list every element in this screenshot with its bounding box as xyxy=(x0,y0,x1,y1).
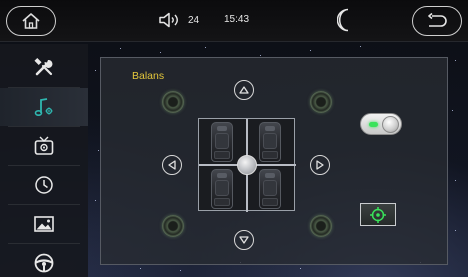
moon-icon[interactable] xyxy=(337,8,353,32)
star xyxy=(95,200,96,201)
home-button[interactable] xyxy=(6,6,56,36)
seat-front-right xyxy=(259,122,281,162)
sidebar-item-display[interactable] xyxy=(0,127,88,165)
star xyxy=(140,268,141,269)
star xyxy=(360,46,361,47)
sidebar xyxy=(0,44,88,277)
sidebar-item-sound[interactable] xyxy=(0,88,88,126)
sidebar-item-clock[interactable] xyxy=(0,166,88,204)
star xyxy=(205,47,206,48)
star xyxy=(160,52,161,53)
balance-right-button[interactable] xyxy=(310,155,330,175)
sidebar-item-steering[interactable] xyxy=(0,244,88,277)
clock-icon xyxy=(35,176,53,194)
star xyxy=(95,70,96,71)
steering-wheel-icon xyxy=(34,253,54,273)
sidebar-item-wallpaper[interactable] xyxy=(0,205,88,243)
star xyxy=(455,180,456,181)
star xyxy=(455,230,456,231)
tv-settings-icon xyxy=(34,136,54,155)
seat-rear-left xyxy=(211,169,233,209)
music-settings-icon xyxy=(34,98,53,117)
star xyxy=(98,150,99,151)
back-button[interactable] xyxy=(412,6,462,36)
arrow-left-icon xyxy=(168,160,176,170)
seat-front-left xyxy=(211,122,233,162)
arrow-down-icon xyxy=(239,236,249,244)
tools-icon xyxy=(34,57,53,76)
clock-time: 15:43 xyxy=(224,14,250,25)
arrow-right-icon xyxy=(316,160,324,170)
speaker-rear-left xyxy=(162,215,184,237)
seat-layout[interactable] xyxy=(198,118,296,212)
picture-icon xyxy=(34,216,54,232)
balance-toggle[interactable] xyxy=(360,113,402,135)
balance-up-button[interactable] xyxy=(234,80,254,100)
balance-panel: Balans xyxy=(100,57,448,265)
panel-title: Balans xyxy=(132,70,165,82)
star xyxy=(180,270,181,271)
center-balance-button[interactable] xyxy=(360,203,396,226)
speaker-volume-icon xyxy=(159,12,178,28)
star xyxy=(452,110,453,111)
speaker-front-left xyxy=(162,91,184,113)
volume-level: 24 xyxy=(188,14,200,26)
volume-indicator[interactable]: 24 xyxy=(158,12,199,28)
star xyxy=(310,50,311,51)
return-arrow-icon xyxy=(428,13,447,27)
speaker-front-right xyxy=(310,91,332,113)
balance-position-knob[interactable] xyxy=(237,155,257,175)
status-bar: 24 15:43 xyxy=(0,0,468,42)
seat-rear-right xyxy=(259,169,281,209)
balance-down-button[interactable] xyxy=(234,230,254,250)
toggle-indicator-led xyxy=(369,122,378,127)
speaker-rear-right xyxy=(310,215,332,237)
crosshair-target-icon xyxy=(370,206,386,223)
star xyxy=(260,55,261,56)
toggle-thumb xyxy=(382,116,399,133)
star xyxy=(120,48,121,49)
star xyxy=(300,268,301,269)
arrow-up-icon xyxy=(239,86,249,94)
home-icon xyxy=(22,13,40,29)
sidebar-item-tools[interactable] xyxy=(0,48,88,86)
balance-left-button[interactable] xyxy=(162,155,182,175)
star xyxy=(455,60,456,61)
